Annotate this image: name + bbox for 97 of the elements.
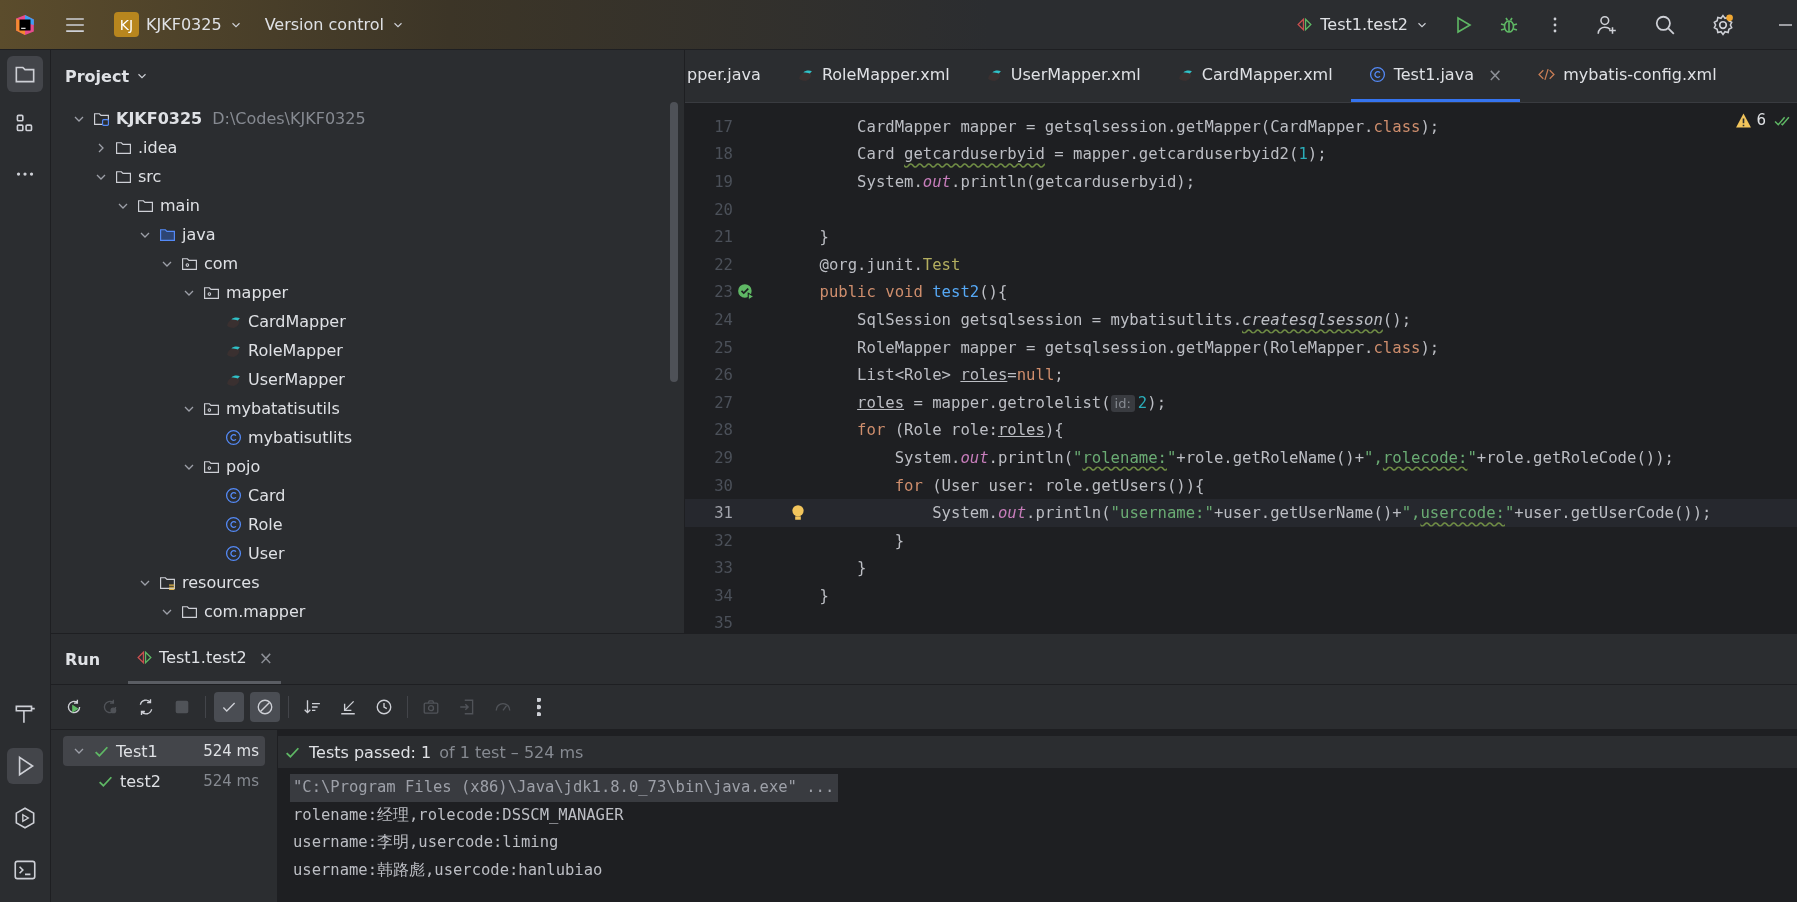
editor-tab[interactable]: CardMapper.xml — [1158, 50, 1351, 102]
run-config-selector[interactable]: Test1.test2 — [1290, 11, 1435, 38]
toolbar-button[interactable] — [214, 692, 244, 722]
code-line: for (User user: role.getUsers()){ — [894, 476, 1205, 495]
tree-item-label[interactable]: mapper — [226, 283, 289, 302]
scrollbar-thumb[interactable] — [670, 102, 678, 382]
folder-icon — [159, 226, 176, 243]
code-line: public void test2(){ — [819, 283, 1008, 302]
tree-item-label[interactable]: UserMapper — [248, 370, 345, 389]
test-duration: 524 ms — [203, 742, 259, 760]
editor-tab[interactable]: Test1.java × — [1350, 50, 1521, 102]
toolbar-button[interactable] — [250, 692, 280, 722]
console-line: rolename:经理,rolecode:DSSCM_MANAGER — [292, 804, 624, 826]
tree-item-label[interactable]: pojo — [226, 457, 261, 476]
tree-item-label[interactable]: mybatisutlits — [248, 428, 352, 447]
code-line: List<Role> roles=null; — [857, 366, 1064, 385]
line-number: 31 — [713, 504, 733, 523]
tree-item-label[interactable]: CardMapper — [248, 312, 346, 331]
code-line: roles = mapper.getrolelist( id: 2); — [857, 393, 1167, 412]
editor-tab[interactable]: UserMapper.xml — [967, 50, 1159, 102]
test-row[interactable]: Test1 524 ms — [63, 736, 265, 766]
folder-icon — [137, 197, 154, 214]
test-summary-detail: of 1 test – 524 ms — [439, 742, 584, 762]
code-line: RoleMapper mapper = getsqlsession.getMapper(RoleMapper.class); — [857, 338, 1440, 357]
test-row[interactable]: test2 524 ms — [63, 766, 265, 796]
tree-item-label[interactable]: com — [204, 254, 239, 273]
project-badge: KJ — [114, 12, 139, 37]
tree-item-label[interactable]: src — [138, 167, 162, 186]
tree-item-label[interactable]: .idea — [138, 138, 178, 157]
class-icon — [1368, 66, 1386, 83]
warning-count[interactable]: 6 — [1756, 111, 1766, 129]
panel-title[interactable]: Project — [65, 66, 130, 86]
test-config-icon — [1296, 16, 1314, 33]
code-line: System.out.println(getcarduserbyid); — [857, 173, 1196, 191]
editor-tab[interactable]: pper.java — [685, 50, 779, 102]
tree-item-label[interactable]: mybatatisutils — [226, 399, 340, 418]
class-icon — [225, 487, 242, 504]
app-logo-icon[interactable] — [14, 13, 36, 36]
search-icon[interactable] — [1654, 13, 1676, 36]
run-icon[interactable] — [7, 748, 43, 784]
code-line: Card getcarduserbyid = mapper.getcarduserbyid2(1); — [857, 145, 1327, 164]
test-duration: 524 ms — [203, 772, 259, 790]
editor-tab[interactable]: RoleMapper.xml — [778, 50, 968, 102]
code-line: } — [857, 559, 867, 578]
tree-item-label[interactable]: com.mapper — [204, 602, 306, 621]
tree-item-label[interactable]: Card — [248, 486, 286, 505]
tree-item-label[interactable]: resources — [182, 573, 260, 592]
folder-icon — [203, 284, 220, 301]
code-line: } — [894, 531, 905, 550]
code-line: @org.junit.Test — [819, 255, 961, 274]
folder-icon — [115, 168, 132, 185]
editor-tab[interactable]: mybatis-config.xml — [1520, 50, 1735, 102]
class-icon — [225, 516, 242, 533]
close-tab-button[interactable]: × — [1487, 64, 1503, 85]
test-name: Test1 — [116, 741, 159, 761]
code-icon — [1538, 66, 1556, 83]
tree-item-label[interactable]: RoleMapper — [248, 341, 343, 360]
test-passed-icon[interactable] — [737, 283, 755, 302]
project-path: D:\Codes\KJKF0325 — [212, 109, 366, 128]
tree-item-label[interactable]: KJKF0325 — [116, 109, 203, 128]
folder-icon — [203, 400, 220, 417]
test-summary: Tests passed: 1 — [309, 742, 432, 762]
folder-icon[interactable] — [7, 56, 43, 92]
close-tab-button[interactable]: × — [258, 647, 274, 668]
run-tab[interactable]: Test1.test2 × — [128, 634, 282, 684]
code-line: System.out.println("username:"+user.getUserName()+",usercode:"+user.getUserCode()); — [932, 504, 1712, 523]
console-line: username:李明,usercode:liming — [292, 832, 559, 853]
folder-icon — [181, 255, 198, 272]
code-line: SqlSession getsqlsession = mybatisutlits.createsqlsesson(); — [857, 310, 1412, 329]
code-line: } — [819, 586, 829, 605]
folder-icon — [115, 139, 132, 156]
settings-icon[interactable] — [1712, 13, 1734, 36]
folder-icon — [203, 458, 220, 475]
class-icon — [225, 545, 242, 562]
folder-icon — [93, 110, 110, 127]
tree-item-label[interactable]: java — [182, 225, 216, 244]
warning-icon[interactable] — [1735, 111, 1753, 129]
code-line: for (Role role:roles){ — [857, 421, 1064, 440]
folder-icon — [181, 603, 198, 620]
test-config-icon — [136, 649, 154, 666]
code-line: } — [819, 228, 829, 247]
vcs-menu[interactable]: Version control — [258, 11, 411, 38]
test-name: test2 — [120, 771, 162, 791]
tree-item-label[interactable]: Role — [248, 515, 283, 534]
project-switcher[interactable]: KJ KJKF0325 — [108, 8, 249, 41]
tree-item-label[interactable]: User — [248, 544, 285, 563]
tree-item-label[interactable]: main — [160, 196, 200, 215]
console-line: username:韩路彪,usercode:hanlubiao — [292, 859, 603, 881]
class-icon — [225, 429, 242, 446]
folder-icon — [159, 574, 176, 591]
add-user-icon[interactable] — [1596, 13, 1618, 36]
code-line: CardMapper mapper = getsqlsession.getMapper(CardMapper.class); — [857, 117, 1440, 136]
code-line: System.out.println("rolename:"+role.getRoleName()+",rolecode:"+role.getRoleCode()); — [894, 448, 1674, 467]
panel-title: Run — [65, 648, 101, 671]
run-config-name: Test1.test2 — [1320, 15, 1408, 34]
project-name: KJKF0325 — [146, 15, 222, 34]
lightbulb-icon[interactable] — [789, 504, 807, 523]
